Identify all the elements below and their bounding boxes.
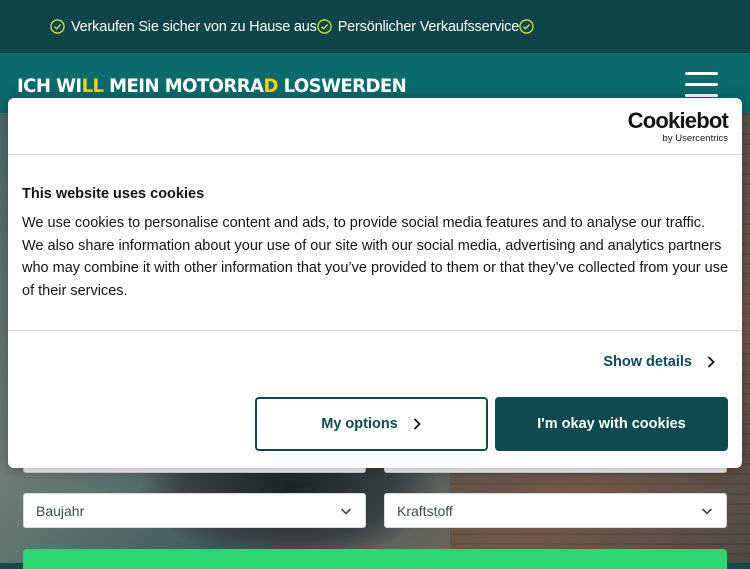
site-logo[interactable]: ICH WILL MEIN MOTORRAD LOSWERDEN [17, 75, 407, 97]
logo-accent: LL [81, 75, 104, 97]
chevron-right-icon [413, 418, 421, 430]
cookiebot-brand-name: Cookiebot [627, 108, 729, 133]
submit-button[interactable] [23, 549, 727, 569]
cookie-dialog-text: We use cookies to personalise content an… [22, 215, 729, 299]
logo-text: ICH WI [17, 75, 82, 97]
cookiebot-brand-sub: by Usercentrics [662, 133, 728, 144]
show-details-link[interactable]: Show details [603, 354, 716, 370]
my-options-label: My options [321, 416, 398, 432]
fuel-select-label: Kraftstoff [397, 502, 453, 519]
check-circle-icon [50, 19, 65, 34]
year-select[interactable]: Baujahr [23, 493, 366, 528]
chevron-right-icon [707, 356, 715, 368]
year-select-label: Baujahr [36, 502, 85, 519]
logo-text: MEIN MOTORRA [103, 75, 264, 97]
fuel-select[interactable]: Kraftstoff [384, 493, 727, 528]
benefit-label: Persönlicher Verkaufsservice [337, 18, 520, 35]
chevron-down-icon [340, 508, 352, 515]
benefit-item: Verkaufen Sie sicher von zu Hause aus [50, 19, 317, 35]
my-options-button[interactable]: My options [255, 397, 488, 451]
cookie-dialog-title: This website uses cookies [22, 186, 205, 202]
cookie-consent-dialog: Cookiebot by Usercentrics This website u… [8, 98, 742, 468]
cookiebot-logo: Cookiebot by Usercentrics [627, 108, 729, 145]
cookie-dialog-header: Cookiebot by Usercentrics [8, 98, 742, 155]
benefit-item [519, 19, 540, 34]
check-circle-icon [519, 19, 534, 34]
chevron-down-icon [701, 508, 713, 515]
logo-text: LOSWERDEN [277, 75, 407, 97]
menu-icon[interactable] [685, 72, 718, 98]
logo-accent: D [263, 75, 278, 97]
benefits-bar: Verkaufen Sie sicher von zu Hause aus Pe… [0, 0, 750, 53]
accept-cookies-label: I'm okay with cookies [537, 416, 686, 432]
accept-cookies-button[interactable]: I'm okay with cookies [495, 397, 728, 451]
check-circle-icon [316, 19, 332, 34]
divider [8, 330, 742, 331]
benefit-label: Verkaufen Sie sicher von zu Hause aus [71, 18, 317, 35]
show-details-label: Show details [603, 354, 692, 370]
benefit-item: Persönlicher Verkaufsservice [316, 18, 520, 35]
